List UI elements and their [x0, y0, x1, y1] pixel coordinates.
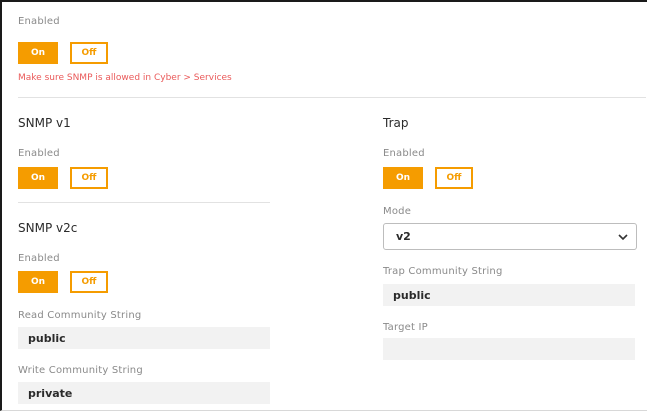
trap-mode-value: v2: [396, 230, 411, 243]
trap-mode-label: Mode: [383, 206, 412, 217]
trap-off-button[interactable]: Off: [435, 167, 473, 189]
divider: [18, 202, 270, 203]
snmp-v1-title: SNMP v1: [18, 116, 71, 130]
target-ip-field[interactable]: [383, 338, 635, 360]
snmp-settings-panel: Enabled On Off Make sure SNMP is allowed…: [0, 0, 647, 411]
read-community-field[interactable]: public: [18, 327, 270, 349]
snmp-warning-text: Make sure SNMP is allowed in Cyber > Ser…: [18, 73, 232, 83]
snmp-v1-off-button[interactable]: Off: [70, 167, 108, 189]
snmp-v2c-title: SNMP v2c: [18, 221, 78, 235]
snmp-off-button[interactable]: Off: [70, 42, 108, 64]
snmp-on-button[interactable]: On: [18, 42, 58, 64]
trap-community-field[interactable]: public: [383, 284, 635, 306]
divider: [18, 97, 646, 98]
target-ip-label: Target IP: [383, 322, 428, 333]
trap-enabled-label: Enabled: [383, 148, 425, 159]
snmp-v2c-enabled-label: Enabled: [18, 253, 60, 264]
snmp-v2c-on-button[interactable]: On: [18, 271, 58, 293]
write-community-label: Write Community String: [18, 365, 143, 376]
snmp-enabled-label: Enabled: [18, 16, 60, 27]
snmp-v1-on-button[interactable]: On: [18, 167, 58, 189]
trap-community-label: Trap Community String: [383, 266, 503, 277]
trap-on-button[interactable]: On: [383, 167, 423, 189]
trap-mode-select[interactable]: v2: [383, 223, 637, 250]
write-community-field[interactable]: private: [18, 382, 270, 404]
trap-title: Trap: [383, 116, 409, 130]
chevron-down-icon: [618, 234, 628, 241]
snmp-v1-enabled-label: Enabled: [18, 148, 60, 159]
snmp-v2c-off-button[interactable]: Off: [70, 271, 108, 293]
read-community-label: Read Community String: [18, 310, 142, 321]
